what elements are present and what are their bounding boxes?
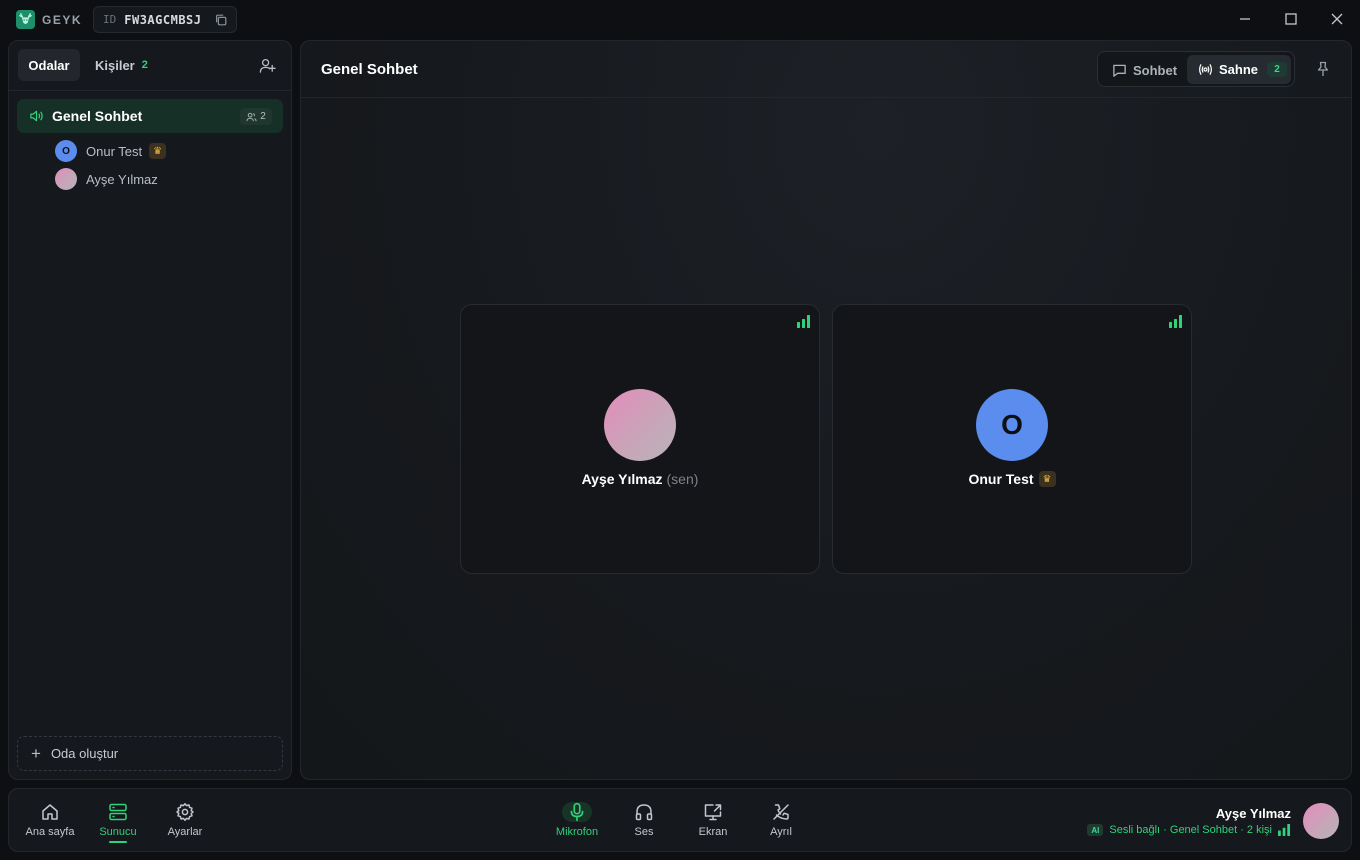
bottom-bar: Ana sayfa Sunucu Ayarlar Mikrofon Ses Ek… [8,788,1352,852]
participant-tile[interactable]: O Onur Test ♛ [832,304,1192,574]
ai-badge: AI [1087,824,1104,836]
crown-icon: ♛ [1038,471,1056,487]
sidebar-divider [9,90,291,91]
current-user[interactable]: Ayşe Yılmaz AI Sesli bağlı · Genel Sohbe… [1079,802,1339,840]
voice-status-text: Sesli bağlı · Genel Sohbet · 2 kişi [1109,824,1272,836]
avatar: O [976,389,1048,461]
tab-sahne-count: 2 [1267,62,1288,77]
room-member-ayse-yilmaz[interactable]: Ayşe Yılmaz [55,168,158,190]
voice-status: AI Sesli bağlı · Genel Sohbet · 2 kişi [1087,824,1291,836]
tab-kisiler-count: 2 [141,59,148,71]
signal-icon [1169,315,1182,328]
speaker-icon [30,110,43,122]
id-label: ID [103,13,117,26]
leave-button[interactable]: Ayrıl [761,802,801,838]
server-icon [109,803,127,821]
avatar [604,389,676,461]
screen-share-button[interactable]: Ekran [693,802,733,838]
tab-sohbet[interactable]: Sohbet [1112,60,1177,80]
avatar [55,168,77,190]
main-panel: Genel Sohbet Sohbet Sahne 2 Ayşe Yılmaz … [300,40,1352,780]
signal-icon [797,315,810,328]
plus-icon: + [31,744,41,763]
nav-ana-sayfa[interactable]: Ana sayfa [26,802,74,838]
control-label: Ses [634,826,654,838]
control-label: Ayrıl [770,826,792,838]
member-name: Onur Test [86,143,143,159]
active-indicator [109,841,127,843]
current-user-name: Ayşe Yılmaz [1215,806,1291,821]
pin-icon[interactable] [1315,61,1331,77]
deer-logo-icon [16,10,35,29]
page-title: Genel Sohbet [321,61,418,78]
nav-ayarlar[interactable]: Ayarlar [165,802,205,838]
participant-name-text: Onur Test [968,471,1034,487]
room-member-count: 2 [240,108,272,125]
maximize-icon[interactable] [1284,12,1298,26]
microphone-icon [570,802,584,822]
control-label: Mikrofon [555,826,599,838]
gear-icon [176,803,194,821]
participant-name-text: Ayşe Yılmaz [581,471,663,487]
sidebar: Odalar Kişiler 2 Genel Sohbet 2 O Onur T… [8,40,292,780]
room-member-count-value: 2 [260,111,266,122]
microphone-button[interactable]: Mikrofon [554,802,600,838]
participant-name: Onur Test ♛ [833,471,1191,487]
nav-label: Ayarlar [167,826,203,838]
tab-sahne-label: Sahne [1219,62,1259,77]
home-icon [42,804,58,820]
nav-label: Ana sayfa [25,826,75,838]
users-icon [246,112,257,121]
room-genel-sohbet[interactable]: Genel Sohbet 2 [17,99,283,133]
id-value: FW3AGCMBSJ [124,12,202,27]
nav-label: Sunucu [99,826,137,838]
tab-odalar[interactable]: Odalar [18,49,80,81]
minimize-icon[interactable] [1238,12,1252,26]
tab-kisiler[interactable]: Kişiler 2 [95,49,148,81]
close-icon[interactable] [1330,12,1344,26]
headphones-icon [635,804,653,821]
phone-off-icon [773,804,789,820]
microphone-active-bg [562,802,592,822]
control-label: Ekran [698,826,728,838]
avatar[interactable] [1303,803,1339,839]
self-label: (sen) [666,471,699,487]
chat-icon [1113,64,1126,77]
view-switcher: Sohbet Sahne 2 [1097,51,1295,87]
participant-name: Ayşe Yılmaz (sen) [461,471,819,487]
server-id-box[interactable]: ID FW3AGCMBSJ [93,6,237,33]
tab-kisiler-label: Kişiler [95,57,135,73]
broadcast-icon [1199,64,1212,75]
create-room-label: Oda oluştur [50,746,119,761]
member-name: Ayşe Yılmaz [86,171,158,187]
tab-sahne[interactable]: Sahne 2 [1187,55,1291,84]
avatar: O [55,140,77,162]
participant-tile[interactable]: Ayşe Yılmaz (sen) [460,304,820,574]
create-room-button[interactable]: + Oda oluştur [17,736,283,771]
screen-share-icon [704,804,722,821]
room-member-onur-test[interactable]: O Onur Test ♛ [55,140,167,162]
add-user-icon[interactable] [259,57,276,74]
room-name: Genel Sohbet [52,108,143,124]
crown-icon: ♛ [149,143,167,159]
tab-sohbet-label: Sohbet [1133,62,1178,78]
sound-button[interactable]: Ses [624,802,664,838]
nav-sunucu[interactable]: Sunucu [98,802,138,843]
title-bar: GEYK ID FW3AGCMBSJ [0,0,1360,40]
main-divider [301,97,1351,98]
signal-icon [1278,824,1291,836]
app-brand: GEYK [42,13,83,27]
copy-icon[interactable] [214,13,228,27]
